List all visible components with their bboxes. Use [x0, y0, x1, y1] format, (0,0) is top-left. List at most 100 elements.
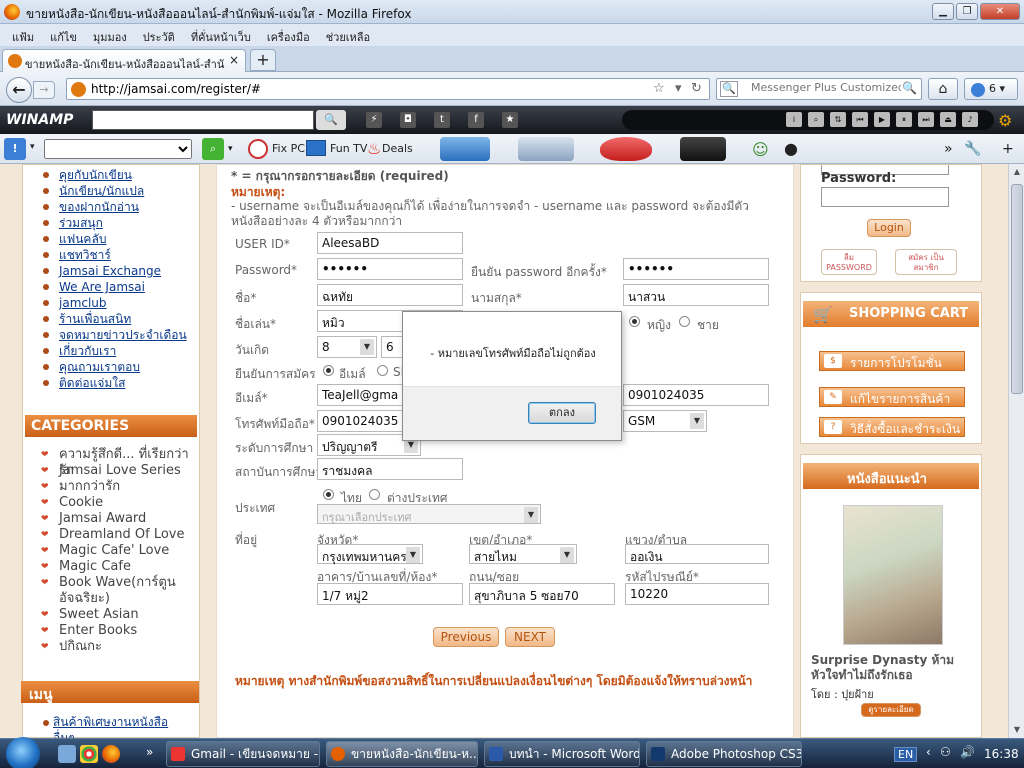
- menu-edit[interactable]: แก้ไข: [42, 24, 85, 46]
- alert-icon[interactable]: !: [4, 138, 26, 160]
- forward-button[interactable]: →: [33, 81, 55, 99]
- apple-icon[interactable]: ●: [784, 139, 798, 158]
- first-name-input[interactable]: ฉหทัย: [317, 284, 463, 306]
- signup-button[interactable]: สมัคร เป็นสมาชิก: [895, 249, 957, 275]
- taskbar-photoshop[interactable]: Adobe Photoshop CS3...: [646, 741, 802, 767]
- search-engine-icon[interactable]: 🔍: [720, 81, 738, 97]
- winamp-search-input[interactable]: [92, 110, 314, 130]
- book-cover-image[interactable]: [843, 505, 943, 645]
- postcode-input[interactable]: 10220: [625, 583, 769, 605]
- menu-view[interactable]: มุมมอง: [85, 24, 135, 46]
- taskbar-firefox[interactable]: ขายหนังสือ-นักเขียน-ห...: [326, 741, 478, 767]
- male-radio[interactable]: [679, 316, 690, 327]
- volume-icon[interactable]: ♪: [962, 112, 978, 127]
- tab-jamsai[interactable]: ขายหนังสือ-นักเขียน-หนังสือออนไลน์-สำนัก…: [2, 49, 246, 72]
- zoom-icon[interactable]: ⌕: [808, 112, 824, 127]
- url-input[interactable]: [91, 81, 631, 97]
- runner-icon[interactable]: ★: [502, 112, 518, 128]
- fixpc-icon[interactable]: [248, 139, 268, 159]
- network-select[interactable]: GSM: [623, 410, 707, 432]
- tab-close-icon[interactable]: ×: [229, 53, 239, 67]
- sidebar-link[interactable]: จดหมายข่าวประจำเดือน: [59, 327, 199, 343]
- sidebar-link[interactable]: jamclub: [59, 295, 199, 311]
- people-icon[interactable]: [440, 137, 490, 161]
- menu-history[interactable]: ประวัติ: [135, 24, 183, 46]
- sidebar-link[interactable]: คุณถามเราตอบ: [59, 359, 199, 375]
- pause-icon[interactable]: ⏸: [896, 112, 912, 127]
- sidebar-link[interactable]: เกี่ยวกับเรา: [59, 343, 199, 359]
- wrench-icon[interactable]: 🔧: [964, 141, 981, 157]
- next-track-icon[interactable]: ⏭: [918, 112, 934, 127]
- password-input[interactable]: ••••••: [317, 258, 463, 280]
- promotion-button[interactable]: $ รายการโปรโมชั่น: [819, 351, 965, 371]
- scroll-thumb[interactable]: [1011, 184, 1023, 394]
- sidebar-link[interactable]: ติดต่อแจ่มใส: [59, 375, 199, 391]
- sidebar-link[interactable]: คุยกับนักเขียน: [59, 167, 199, 183]
- search-bar[interactable]: 🔍 🔍: [716, 78, 922, 100]
- menu-link[interactable]: สินค้าพิเศษงานหนังสือ: [53, 714, 168, 730]
- taskbar-word[interactable]: บทนำ - Microsoft Word: [484, 741, 640, 767]
- confirm-email-radio[interactable]: [323, 365, 334, 376]
- winamp-search-button[interactable]: 🔍: [316, 110, 346, 130]
- book-title[interactable]: Surprise Dynasty ห้ามหัวใจทำไม่ถึงรักเธอ: [811, 653, 971, 683]
- prev-track-icon[interactable]: ⏮: [852, 112, 868, 127]
- toolbar-dropdown-icon[interactable]: ▾: [30, 142, 35, 152]
- info-icon[interactable]: i: [786, 112, 802, 127]
- forgot-password-button[interactable]: ลืม PASSWORD: [821, 249, 877, 275]
- menu-help[interactable]: ช่วยเหลือ: [318, 24, 378, 46]
- category-item[interactable]: Magic Cafe' Love: [59, 543, 169, 559]
- previous-button[interactable]: Previous: [433, 627, 499, 647]
- fire-icon[interactable]: ♨: [367, 139, 381, 158]
- category-item[interactable]: Jamsai Love Series: [59, 463, 181, 479]
- network-icon[interactable]: ⚇: [940, 745, 951, 759]
- category-item[interactable]: Book Wave(การ์ตูนอัจฉริยะ): [59, 575, 179, 607]
- phone-input[interactable]: 0901024035: [623, 384, 769, 406]
- subdistrict-input[interactable]: ออเงิน: [625, 544, 769, 564]
- menu-file[interactable]: แฟ้ม: [4, 24, 42, 46]
- sidebar-link[interactable]: แชทวิชาร์: [59, 247, 199, 263]
- eject-icon[interactable]: ⏏: [940, 112, 956, 127]
- clock[interactable]: 16:38: [984, 747, 1019, 761]
- province-select[interactable]: กรุงเทพมหานคร: [317, 544, 423, 564]
- new-tab-button[interactable]: +: [250, 49, 276, 71]
- close-button[interactable]: ✕: [980, 3, 1020, 20]
- reload-icon[interactable]: ↻: [691, 81, 702, 96]
- toolbar-select[interactable]: [44, 139, 192, 159]
- gamepad-icon[interactable]: [518, 137, 574, 161]
- start-button[interactable]: [6, 737, 40, 768]
- category-item[interactable]: Cookie: [59, 495, 103, 511]
- female-radio[interactable]: [629, 316, 640, 327]
- search-go-icon[interactable]: 🔍: [902, 81, 917, 95]
- sidebar-link[interactable]: We Are Jamsai: [59, 279, 199, 295]
- category-item[interactable]: Jamsai Award: [59, 511, 146, 527]
- quicklaunch-chevron-icon[interactable]: »: [146, 745, 153, 759]
- category-item[interactable]: Magic Cafe: [59, 559, 131, 575]
- menu-bookmarks[interactable]: ที่คั่นหน้าเว็บ: [183, 24, 259, 46]
- sidebar-link[interactable]: นักเขียน/นักแปล: [59, 183, 199, 199]
- chrome-icon[interactable]: [80, 745, 98, 763]
- last-name-input[interactable]: นาสวน: [623, 284, 769, 306]
- how-to-order-button[interactable]: ? วิธีสั่งซื้อและชำระเงิน: [819, 417, 965, 437]
- tv-icon[interactable]: [306, 140, 326, 156]
- school-input[interactable]: ราชมงคล: [317, 458, 463, 480]
- winamp-tool-icon[interactable]: ⚡: [366, 112, 382, 128]
- sidebar-link[interactable]: ร่วมสนุก: [59, 215, 199, 231]
- add-toolbar-icon[interactable]: +: [1002, 141, 1014, 157]
- edit-cart-button[interactable]: ✎ แก้ไขรายการสินค้า: [819, 387, 965, 407]
- shuffle-icon[interactable]: ⇅: [830, 112, 846, 127]
- back-button[interactable]: ←: [6, 77, 32, 103]
- birth-day-select[interactable]: 8: [317, 336, 377, 358]
- star-icon[interactable]: ☆: [653, 81, 665, 96]
- menu-tools[interactable]: เครื่องมือ: [259, 24, 318, 46]
- url-bar[interactable]: ☆ ▾ ↻: [66, 78, 710, 100]
- taskbar-gmail[interactable]: Gmail - เขียนจดหมาย - ...: [166, 741, 320, 767]
- sidebar-link[interactable]: Jamsai Exchange: [59, 263, 199, 279]
- show-desktop-icon[interactable]: [58, 745, 76, 763]
- category-item[interactable]: ปกิณกะ: [59, 639, 102, 655]
- user-id-input[interactable]: AleesaBD: [317, 232, 463, 254]
- building-input[interactable]: 1/7 หมู่2: [317, 583, 463, 605]
- menu-link[interactable]: อื่นๆ: [53, 730, 75, 738]
- scroll-up-icon[interactable]: ▲: [1009, 164, 1024, 180]
- play-icon[interactable]: ▶: [874, 112, 890, 127]
- login-password-input[interactable]: [821, 187, 949, 207]
